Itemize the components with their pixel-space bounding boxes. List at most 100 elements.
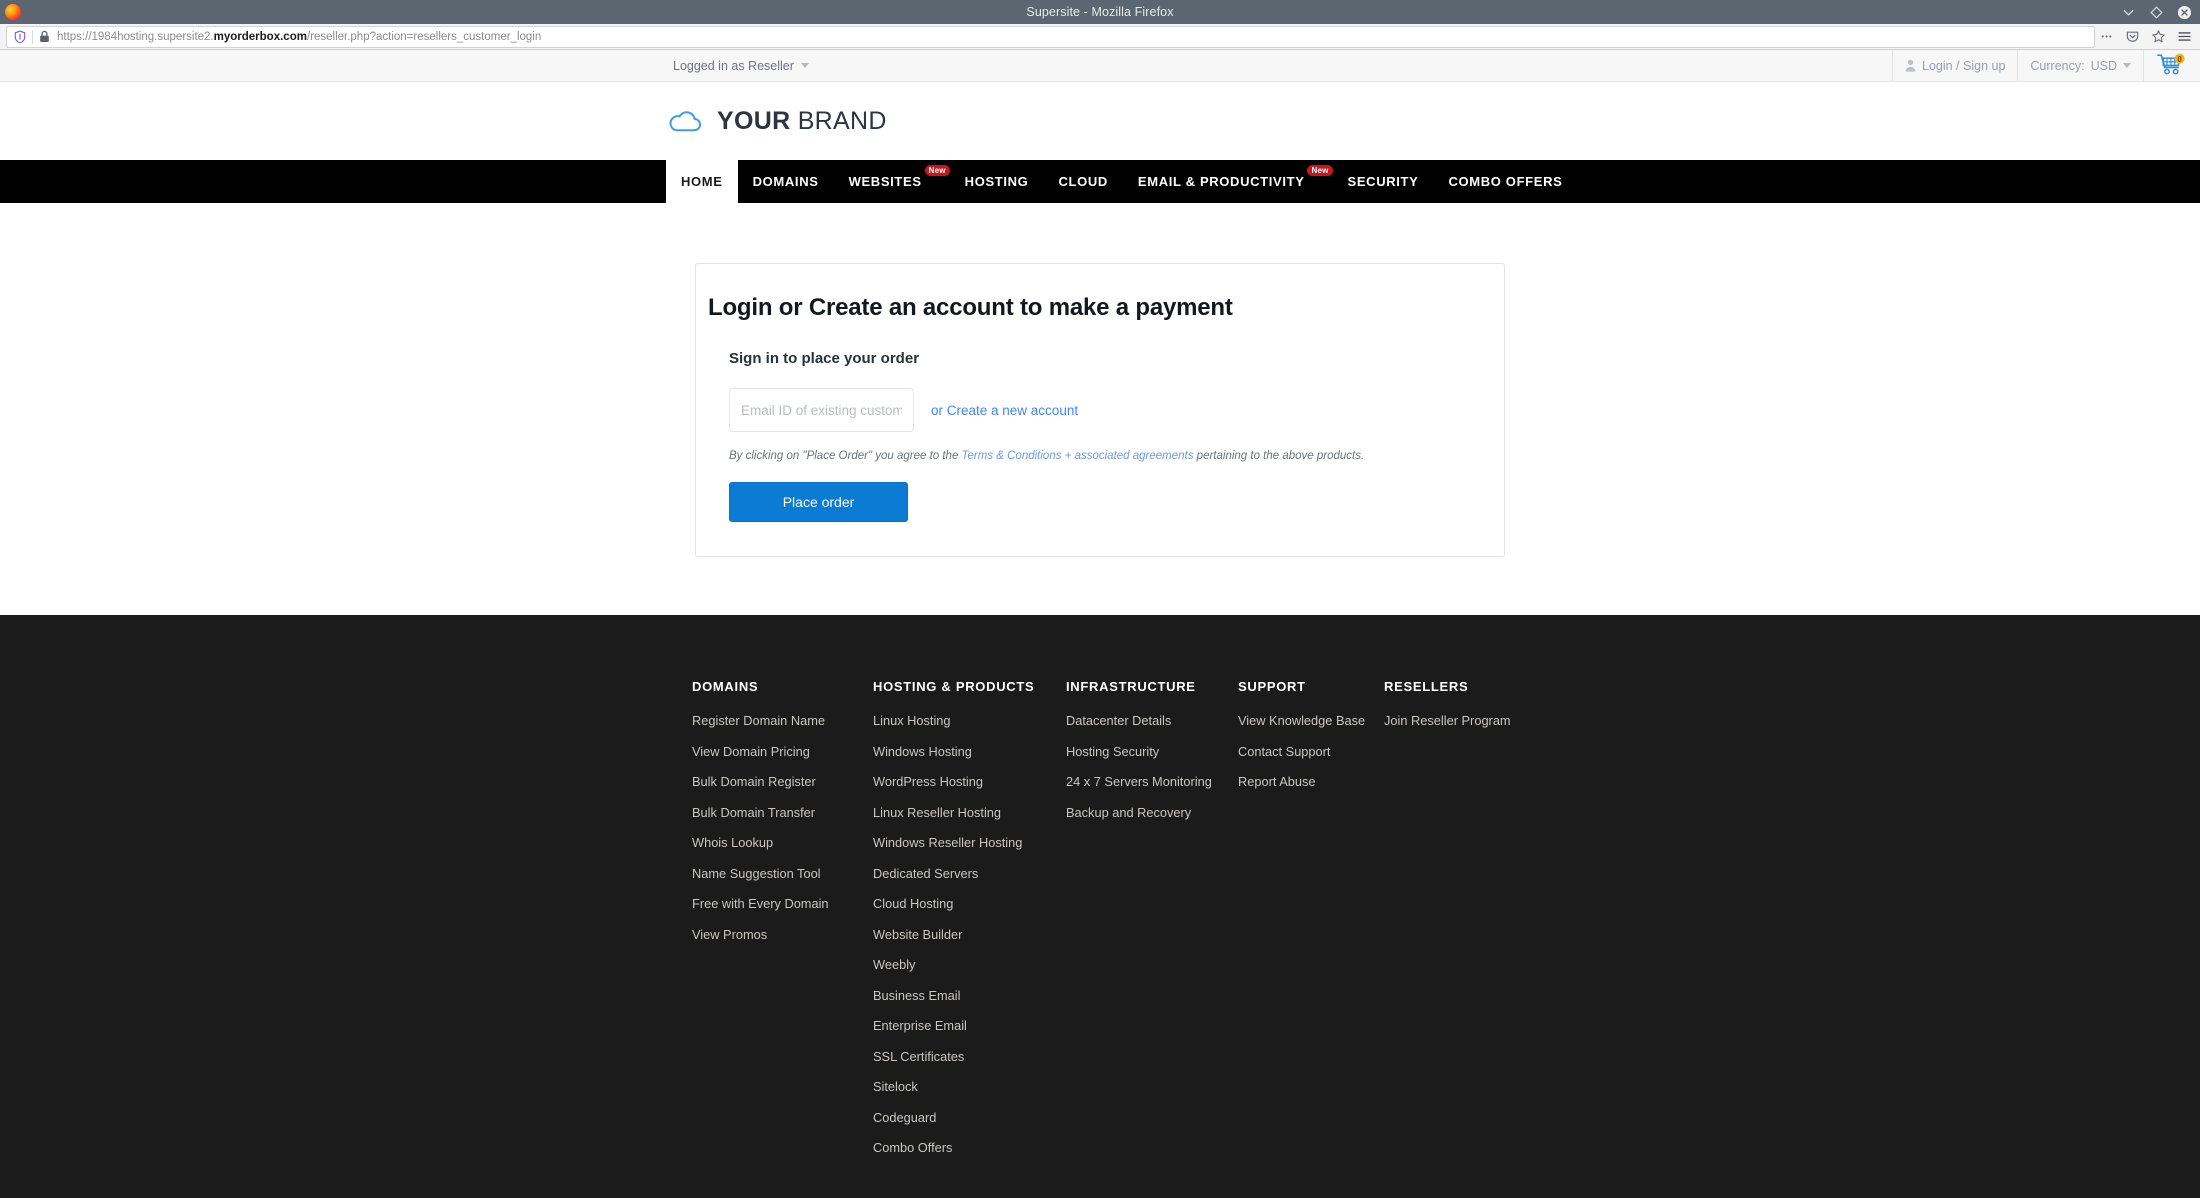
footer-column-infrastructure: INFRASTRUCTURE Datacenter Details Hosting … xyxy=(1066,679,1238,1171)
nav-new-badge: New xyxy=(924,165,950,176)
footer-column-heading: RESELLERS xyxy=(1384,679,1469,694)
reseller-status-dropdown[interactable]: Logged in as Reseller xyxy=(673,50,809,81)
email-input[interactable] xyxy=(729,388,914,432)
footer-link[interactable]: View Promos xyxy=(692,927,873,942)
ellipsis-icon[interactable] xyxy=(2099,29,2114,44)
site-footer: DOMAINS Register Domain Name View Domain P… xyxy=(0,615,2200,1198)
footer-link[interactable]: Register Domain Name xyxy=(692,713,873,728)
cart-count: 0 xyxy=(2177,55,2182,64)
star-bookmark-icon[interactable] xyxy=(2151,29,2166,44)
place-order-button[interactable]: Place order xyxy=(729,482,908,522)
terms-text: By clicking on "Place Order" you agree t… xyxy=(729,450,1504,462)
navbar-actions xyxy=(2099,29,2194,44)
footer-link[interactable]: Dedicated Servers xyxy=(873,866,1066,881)
nav-item-hosting[interactable]: HOSTING xyxy=(950,160,1044,203)
pocket-save-icon[interactable] xyxy=(2125,29,2140,44)
footer-link[interactable]: Backup and Recovery xyxy=(1066,805,1238,820)
brand-logo[interactable]: YOUR BRAND xyxy=(666,107,887,136)
window-controls xyxy=(2121,5,2192,20)
footer-link[interactable]: Free with Every Domain xyxy=(692,896,873,911)
browser-titlebar: Supersite - Mozilla Firefox xyxy=(0,0,2200,24)
signin-row: or Create a new account xyxy=(729,388,1504,432)
footer-link[interactable]: Business Email xyxy=(873,988,1066,1003)
footer-column-hosting-products: HOSTING & PRODUCTS Linux Hosting Windows H… xyxy=(873,679,1066,1171)
login-card: Login or Create an account to make a pay… xyxy=(695,263,1505,557)
nav-item-email-productivity[interactable]: EMAIL & PRODUCTIVITY New xyxy=(1123,160,1333,203)
footer-link[interactable]: Enterprise Email xyxy=(873,1018,1066,1033)
nav-item-combo-offers[interactable]: COMBO OFFERS xyxy=(1433,160,1577,203)
footer-column-heading: SUPPORT xyxy=(1238,679,1306,694)
footer-link[interactable]: Linux Reseller Hosting xyxy=(873,805,1066,820)
minimize-icon[interactable] xyxy=(2121,5,2136,20)
footer-link[interactable]: Website Builder xyxy=(873,927,1066,942)
footer-link[interactable]: View Knowledge Base xyxy=(1238,713,1384,728)
main-content: Login or Create an account to make a pay… xyxy=(0,203,2200,615)
urlbar-divider xyxy=(32,29,33,44)
footer-link[interactable]: Name Suggestion Tool xyxy=(692,866,873,881)
currency-label: Currency: xyxy=(2030,58,2085,73)
nav-item-domains[interactable]: DOMAINS xyxy=(738,160,834,203)
nav-item-cloud[interactable]: CLOUD xyxy=(1043,160,1122,203)
footer-link[interactable]: Combo Offers xyxy=(873,1140,1066,1155)
chevron-down-icon xyxy=(2123,63,2131,68)
logged-in-label: Logged in as Reseller xyxy=(673,58,794,73)
url-text: https://1984hosting.supersite2.myorderbo… xyxy=(57,31,541,43)
footer-link[interactable]: Sitelock xyxy=(873,1079,1066,1094)
url-domain: myorderbox.com xyxy=(213,30,307,43)
hamburger-menu-icon[interactable] xyxy=(2177,29,2192,44)
footer-link[interactable]: Report Abuse xyxy=(1238,774,1384,789)
login-signup-button[interactable]: Login / Sign up xyxy=(1892,50,2017,81)
login-form: Sign in to place your order or Create a … xyxy=(696,350,1504,522)
person-icon xyxy=(1905,59,1916,72)
signin-heading: Sign in to place your order xyxy=(729,350,920,367)
url-suffix: /reseller.php?action=resellers_customer_… xyxy=(306,30,542,43)
url-prefix: https://1984hosting.supersite2. xyxy=(57,30,214,43)
nav-item-label: EMAIL & PRODUCTIVITY xyxy=(1137,174,1305,189)
footer-link[interactable]: Windows Reseller Hosting xyxy=(873,835,1066,850)
site-utility-bar: Logged in as Reseller Login / Sign up Cu… xyxy=(0,50,2200,82)
close-icon[interactable] xyxy=(2177,5,2192,20)
footer-link[interactable]: Bulk Domain Transfer xyxy=(692,805,873,820)
footer-link[interactable]: Bulk Domain Register xyxy=(692,774,873,789)
footer-column-heading: DOMAINS xyxy=(692,679,759,694)
footer-link[interactable]: SSL Certificates xyxy=(873,1049,1066,1064)
terms-after: pertaining to the above products. xyxy=(1193,450,1365,462)
nav-item-home[interactable]: HOME xyxy=(666,160,738,203)
address-bar[interactable]: https://1984hosting.supersite2.myorderbo… xyxy=(6,25,2095,48)
chevron-down-icon xyxy=(800,63,809,68)
footer-link[interactable]: Codeguard xyxy=(873,1110,1066,1125)
nav-item-label: DOMAINS xyxy=(752,174,819,189)
currency-selector[interactable]: Currency: USD xyxy=(2017,50,2143,81)
footer-columns: DOMAINS Register Domain Name View Domain P… xyxy=(0,679,2200,1171)
footer-link[interactable]: Windows Hosting xyxy=(873,744,1066,759)
footer-link[interactable]: Datacenter Details xyxy=(1066,713,1238,728)
nav-item-label: COMBO OFFERS xyxy=(1448,174,1563,189)
nav-item-label: SECURITY xyxy=(1347,174,1419,189)
footer-link[interactable]: WordPress Hosting xyxy=(873,774,1066,789)
nav-item-security[interactable]: SECURITY xyxy=(1333,160,1434,203)
padlock-icon[interactable] xyxy=(39,30,50,43)
footer-link[interactable]: Linux Hosting xyxy=(873,713,1066,728)
footer-link[interactable]: View Domain Pricing xyxy=(692,744,873,759)
footer-column-domains: DOMAINS Register Domain Name View Domain P… xyxy=(692,679,873,1171)
page-title: Login or Create an account to make a pay… xyxy=(708,294,1233,321)
nav-new-badge: New xyxy=(1307,165,1333,176)
cart-button[interactable]: 0 xyxy=(2143,50,2200,81)
nav-item-websites[interactable]: WEBSITES New xyxy=(834,160,950,203)
currency-value: USD xyxy=(2090,58,2117,73)
maximize-icon[interactable] xyxy=(2149,5,2164,20)
footer-link[interactable]: Cloud Hosting xyxy=(873,896,1066,911)
brand-name-light: BRAND xyxy=(797,106,887,135)
brand-name: YOUR BRAND xyxy=(717,107,887,136)
footer-link[interactable]: 24 x 7 Servers Monitoring xyxy=(1066,774,1238,789)
footer-link[interactable]: Join Reseller Program xyxy=(1384,713,1511,728)
footer-link[interactable]: Hosting Security xyxy=(1066,744,1238,759)
footer-link[interactable]: Weebly xyxy=(873,957,1066,972)
nav-item-label: HOSTING xyxy=(964,174,1029,189)
terms-conditions-link[interactable]: Terms & Conditions + associated agreemen… xyxy=(962,450,1194,462)
footer-link[interactable]: Whois Lookup xyxy=(692,835,873,850)
shield-icon[interactable] xyxy=(13,30,27,44)
footer-link[interactable]: Contact Support xyxy=(1238,744,1384,759)
footer-column-support: SUPPORT View Knowledge Base Contact Suppor… xyxy=(1238,679,1384,1171)
create-account-link[interactable]: or Create a new account xyxy=(931,403,1078,418)
